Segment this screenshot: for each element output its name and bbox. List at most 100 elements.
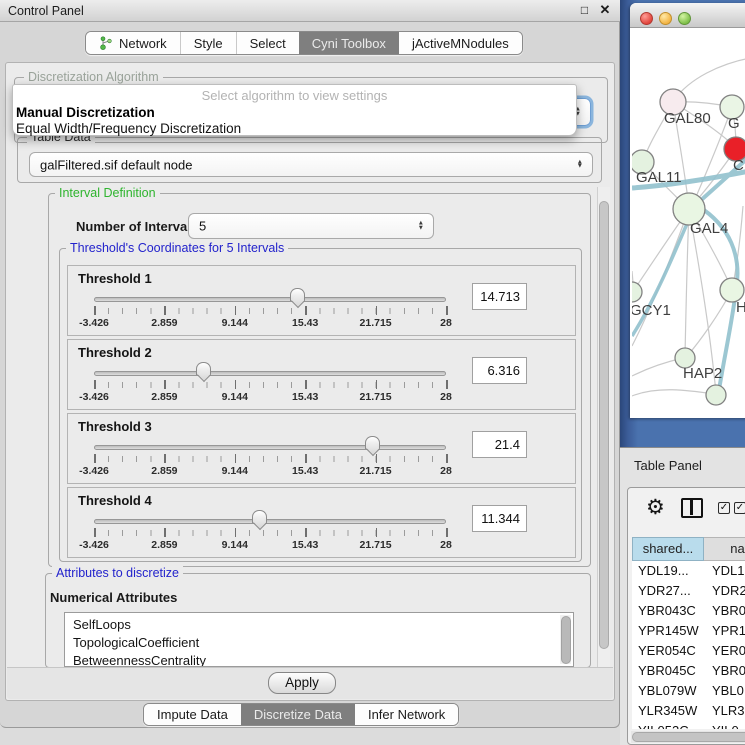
table-row[interactable]: YIL052CYIL0 — [632, 721, 745, 729]
tab-jactivemnodules[interactable]: jActiveMNodules — [399, 32, 522, 54]
attributes-group-title: Attributes to discretize — [52, 566, 183, 580]
tab-infer-network[interactable]: Infer Network — [355, 704, 458, 725]
minimize-traffic-light-icon[interactable] — [659, 12, 672, 25]
threshold-value-field[interactable]: 6.316 — [472, 357, 527, 384]
settings-scrollbar[interactable] — [597, 187, 610, 669]
cell-name[interactable]: YBL0 — [704, 681, 745, 701]
table-row[interactable]: YBR043CYBR0 — [632, 601, 745, 621]
slider-thumb[interactable] — [365, 436, 380, 449]
cell-shared-name[interactable]: YLR345W — [632, 701, 704, 721]
table-row[interactable]: YDR27...YDR2 — [632, 581, 745, 601]
cell-shared-name[interactable]: YDL19... — [632, 561, 704, 581]
number-of-intervals-combo[interactable]: 5 ▲▼ — [188, 213, 434, 239]
network-canvas[interactable]: GAL80GCGAL11GAL4GCY1HHAP2 — [632, 28, 745, 418]
tab-impute-data[interactable]: Impute Data — [144, 704, 241, 725]
cell-name[interactable]: YPR1 — [704, 621, 745, 641]
column-layout-icon[interactable] — [681, 498, 703, 518]
dropdown-option-manual-discretization[interactable]: Manual Discretization — [16, 105, 155, 120]
cell-shared-name[interactable]: YDR27... — [632, 581, 704, 601]
tab-discretize-data[interactable]: Discretize Data — [241, 704, 355, 725]
slider-thumb[interactable] — [252, 510, 267, 523]
cell-shared-name[interactable]: YBR043C — [632, 601, 704, 621]
tab-style[interactable]: Style — [180, 32, 236, 54]
bottom-tab-bar: Impute Data Discretize Data Infer Networ… — [143, 703, 459, 726]
cell-shared-name[interactable]: YBL079W — [632, 681, 704, 701]
slider-major-tick — [94, 454, 96, 463]
numerical-attributes-label: Numerical Attributes — [50, 590, 177, 605]
list-scrollbar-thumb[interactable] — [561, 616, 571, 664]
slider-track[interactable] — [94, 445, 446, 450]
table-data-combo[interactable]: galFiltered.sif default node ▲▼ — [29, 152, 593, 177]
network-view-window[interactable]: GAL80GCGAL11GAL4GCY1HHAP2 — [630, 3, 745, 418]
network-node-gcy1[interactable] — [632, 282, 642, 302]
cell-name[interactable]: YBR0 — [704, 601, 745, 621]
table-row[interactable]: YBL079WYBL0 — [632, 681, 745, 701]
tab-network[interactable]: Network — [86, 32, 180, 54]
slider-major-tick — [446, 380, 448, 389]
tab-select[interactable]: Select — [236, 32, 299, 54]
slider-tick-label: -3.426 — [79, 539, 109, 551]
table-hscrollbar[interactable] — [631, 731, 745, 743]
combo-arrows-icon: ▲▼ — [418, 222, 424, 231]
close-traffic-light-icon[interactable] — [640, 12, 653, 25]
cell-name[interactable]: YBR0 — [704, 661, 745, 681]
dropdown-option-equal-width[interactable]: Equal Width/Frequency Discretization — [16, 121, 241, 136]
threshold-label: Threshold 1 — [78, 271, 152, 286]
network-node[interactable] — [706, 385, 726, 405]
cell-name[interactable]: YIL0 — [704, 721, 745, 729]
slider-tick-label: 2.859 — [151, 465, 177, 477]
column-header-shared-name[interactable]: shared... — [632, 537, 704, 561]
slider-minor-ticks — [94, 382, 447, 388]
slider-track[interactable] — [94, 297, 446, 302]
apply-button[interactable]: Apply — [268, 672, 336, 694]
table-row[interactable]: YLR345WYLR3 — [632, 701, 745, 721]
close-icon[interactable]: ✕ — [598, 3, 612, 17]
list-scrollbar[interactable] — [560, 615, 571, 664]
gear-icon[interactable]: ⚙ — [646, 495, 665, 520]
threshold-value-field[interactable]: 21.4 — [472, 431, 527, 458]
threshold-value-field[interactable]: 11.344 — [472, 505, 527, 532]
zoom-traffic-light-icon[interactable] — [678, 12, 691, 25]
checkbox-icon[interactable]: ✓ — [734, 502, 745, 514]
table-row[interactable]: YER054CYER0 — [632, 641, 745, 661]
slider-major-tick — [446, 454, 448, 463]
attribute-list-item[interactable]: BetweennessCentrality — [65, 652, 573, 667]
cell-shared-name[interactable]: YIL052C — [632, 721, 704, 729]
combo-arrows-icon: ▲▼ — [577, 160, 583, 169]
slider-minor-ticks — [94, 530, 447, 536]
table-hscrollbar-thumb[interactable] — [632, 732, 745, 742]
slider-major-tick — [164, 306, 166, 315]
checkbox-icon[interactable]: ✓ — [718, 502, 730, 514]
column-header-name[interactable]: na — [704, 537, 745, 561]
threshold-panel-1: Threshold 1-3.4262.8599.14415.4321.71528… — [67, 265, 576, 336]
cell-name[interactable]: YER0 — [704, 641, 745, 661]
cell-name[interactable]: YDL1 — [704, 561, 745, 581]
slider-thumb[interactable] — [196, 362, 211, 375]
cell-name[interactable]: YLR3 — [704, 701, 745, 721]
cell-name[interactable]: YDR2 — [704, 581, 745, 601]
slider-tick-label: 15.43 — [292, 465, 318, 477]
threshold-panel-4: Threshold 4-3.4262.8599.14415.4321.71528… — [67, 487, 576, 558]
cell-shared-name[interactable]: YER054C — [632, 641, 704, 661]
slider-track[interactable] — [94, 519, 446, 524]
cell-shared-name[interactable]: YPR145W — [632, 621, 704, 641]
table-row[interactable]: YDL19...YDL1 — [632, 561, 745, 581]
table-row[interactable]: YBR045CYBR0 — [632, 661, 745, 681]
network-window-titlebar[interactable] — [630, 3, 745, 28]
numerical-attributes-list[interactable]: SelfLoopsTopologicalCoefficientBetweenne… — [64, 612, 574, 667]
slider-thumb[interactable] — [290, 288, 305, 301]
slider-track[interactable] — [94, 371, 446, 376]
tab-cyni-toolbox[interactable]: Cyni Toolbox — [299, 32, 399, 54]
settings-scrollbar-thumb[interactable] — [599, 201, 609, 649]
control-panel-title: Control Panel — [8, 4, 84, 18]
cell-shared-name[interactable]: YBR045C — [632, 661, 704, 681]
table-rows[interactable]: YDL19...YDL1YDR27...YDR2YBR043CYBR0YPR14… — [632, 561, 745, 729]
table-row[interactable]: YPR145WYPR1 — [632, 621, 745, 641]
number-of-intervals-label: Number of Intervals — [76, 219, 198, 234]
threshold-label: Threshold 3 — [78, 419, 152, 434]
control-panel-titlebar[interactable]: Control Panel □ ✕ — [0, 0, 620, 22]
float-window-icon[interactable]: □ — [578, 4, 591, 17]
attribute-list-item[interactable]: TopologicalCoefficient — [65, 634, 573, 652]
attribute-list-item[interactable]: SelfLoops — [65, 616, 573, 634]
threshold-value-field[interactable]: 14.713 — [472, 283, 527, 310]
